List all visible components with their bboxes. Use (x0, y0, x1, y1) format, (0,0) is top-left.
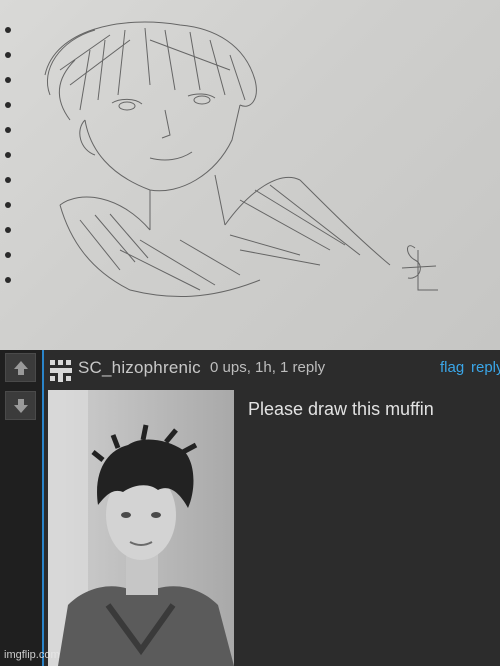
portrait-photo (48, 390, 234, 666)
comment-text: Please draw this muffin (248, 399, 434, 419)
downvote-button[interactable] (5, 391, 36, 420)
pencil-sketch-drawing (5, 21, 438, 298)
sketch-photo (0, 0, 500, 350)
reply-link[interactable]: reply (471, 359, 500, 376)
flag-link[interactable]: flag (440, 359, 464, 376)
pixel-avatar-icon[interactable] (48, 358, 74, 384)
arrow-up-icon (13, 360, 28, 375)
comment-image[interactable] (48, 390, 234, 666)
arrow-down-icon (13, 398, 28, 413)
comment-panel: SC_hizophrenic 0 ups, 1h, 1 reply flag r… (0, 350, 500, 666)
upvote-button[interactable] (5, 353, 36, 382)
comment-meta: 0 ups, 1h, 1 reply (210, 359, 326, 376)
watermark: imgflip.com (4, 649, 60, 661)
comment-username[interactable]: SC_hizophrenic (78, 358, 201, 378)
vote-column (0, 350, 42, 666)
comment-left-border (42, 350, 44, 666)
